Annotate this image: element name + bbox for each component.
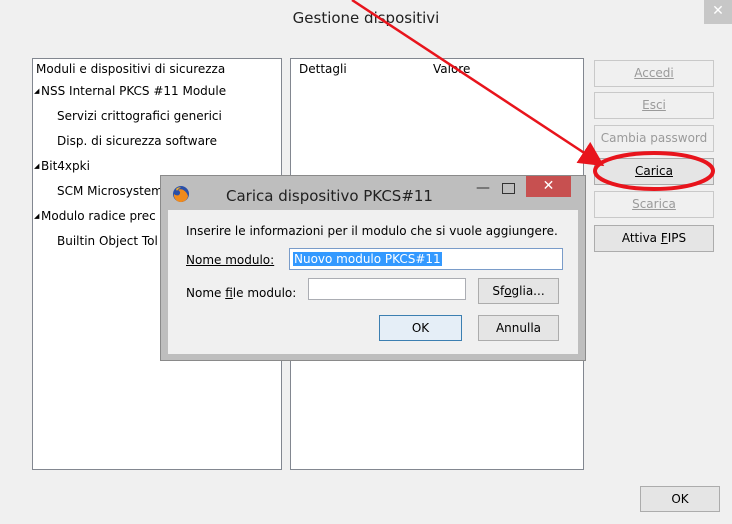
firefox-icon bbox=[171, 184, 191, 204]
module-name-input[interactable]: Nuovo modulo PKCS#11 bbox=[289, 248, 563, 270]
minimize-icon[interactable]: — bbox=[473, 180, 493, 198]
module-name-label: Nome modulo: bbox=[186, 253, 275, 267]
logout-button[interactable]: Esci bbox=[594, 92, 714, 119]
tree-item-label: NSS Internal PKCS #11 Module bbox=[41, 84, 227, 98]
maximize-icon[interactable] bbox=[499, 180, 519, 198]
device-manager-window: Gestione dispositivi ✕ Moduli e disposit… bbox=[0, 0, 732, 524]
dialog-body: Inserire le informazioni per il modulo c… bbox=[168, 210, 578, 354]
dialog-instructions: Inserire le informazioni per il modulo c… bbox=[186, 224, 558, 238]
column-header-details[interactable]: Dettagli bbox=[299, 59, 347, 79]
expanded-triangle-icon[interactable]: ◢ bbox=[34, 79, 40, 104]
dialog-ok-button[interactable]: OK bbox=[379, 315, 462, 341]
tree-item-nss-module[interactable]: ◢ NSS Internal PKCS #11 Module bbox=[33, 79, 281, 104]
tree-item-software-device[interactable]: Disp. di sicurezza software bbox=[33, 129, 281, 154]
tree-item-label: SCM Microsystem bbox=[57, 184, 163, 198]
module-name-value: Nuovo modulo PKCS#11 bbox=[293, 252, 442, 266]
load-pkcs11-dialog: Carica dispositivo PKCS#11 — ✕ Inserire … bbox=[160, 175, 586, 361]
module-file-input[interactable] bbox=[308, 278, 466, 300]
tree-item-label: Bit4xpki bbox=[41, 159, 90, 173]
dialog-close-button[interactable]: ✕ bbox=[526, 176, 571, 197]
tree-item-generic-crypto[interactable]: Servizi crittografici generici bbox=[33, 104, 281, 129]
enable-fips-button[interactable]: Attiva FIPS bbox=[594, 225, 714, 252]
login-button[interactable]: Accedi bbox=[594, 60, 714, 87]
browse-button[interactable]: Sfoglia... bbox=[478, 278, 559, 304]
window-title: Gestione dispositivi bbox=[292, 9, 440, 27]
change-password-button[interactable]: Cambia password bbox=[594, 125, 714, 152]
tree-header[interactable]: Moduli e dispositivi di sicurezza bbox=[33, 59, 281, 79]
dialog-cancel-button[interactable]: Annulla bbox=[478, 315, 559, 341]
load-button[interactable]: Carica bbox=[594, 158, 714, 185]
dialog-title: Carica dispositivo PKCS#11 bbox=[226, 187, 433, 205]
unload-button[interactable]: Scarica bbox=[594, 191, 714, 218]
tree-item-label: Modulo radice prec bbox=[41, 209, 156, 223]
expanded-triangle-icon[interactable]: ◢ bbox=[34, 204, 40, 229]
title-bar: Gestione dispositivi ✕ bbox=[0, 0, 732, 36]
ok-button[interactable]: OK bbox=[640, 486, 720, 512]
module-file-label: Nome file modulo: bbox=[186, 286, 297, 300]
tree-item-label: Disp. di sicurezza software bbox=[57, 134, 217, 148]
column-header-value[interactable]: Valore bbox=[433, 59, 470, 79]
window-close-button[interactable]: ✕ bbox=[704, 0, 732, 24]
tree-item-label: Servizi crittografici generici bbox=[57, 109, 222, 123]
expanded-triangle-icon[interactable]: ◢ bbox=[34, 154, 40, 179]
tree-item-label: Builtin Object Tol bbox=[57, 234, 158, 248]
